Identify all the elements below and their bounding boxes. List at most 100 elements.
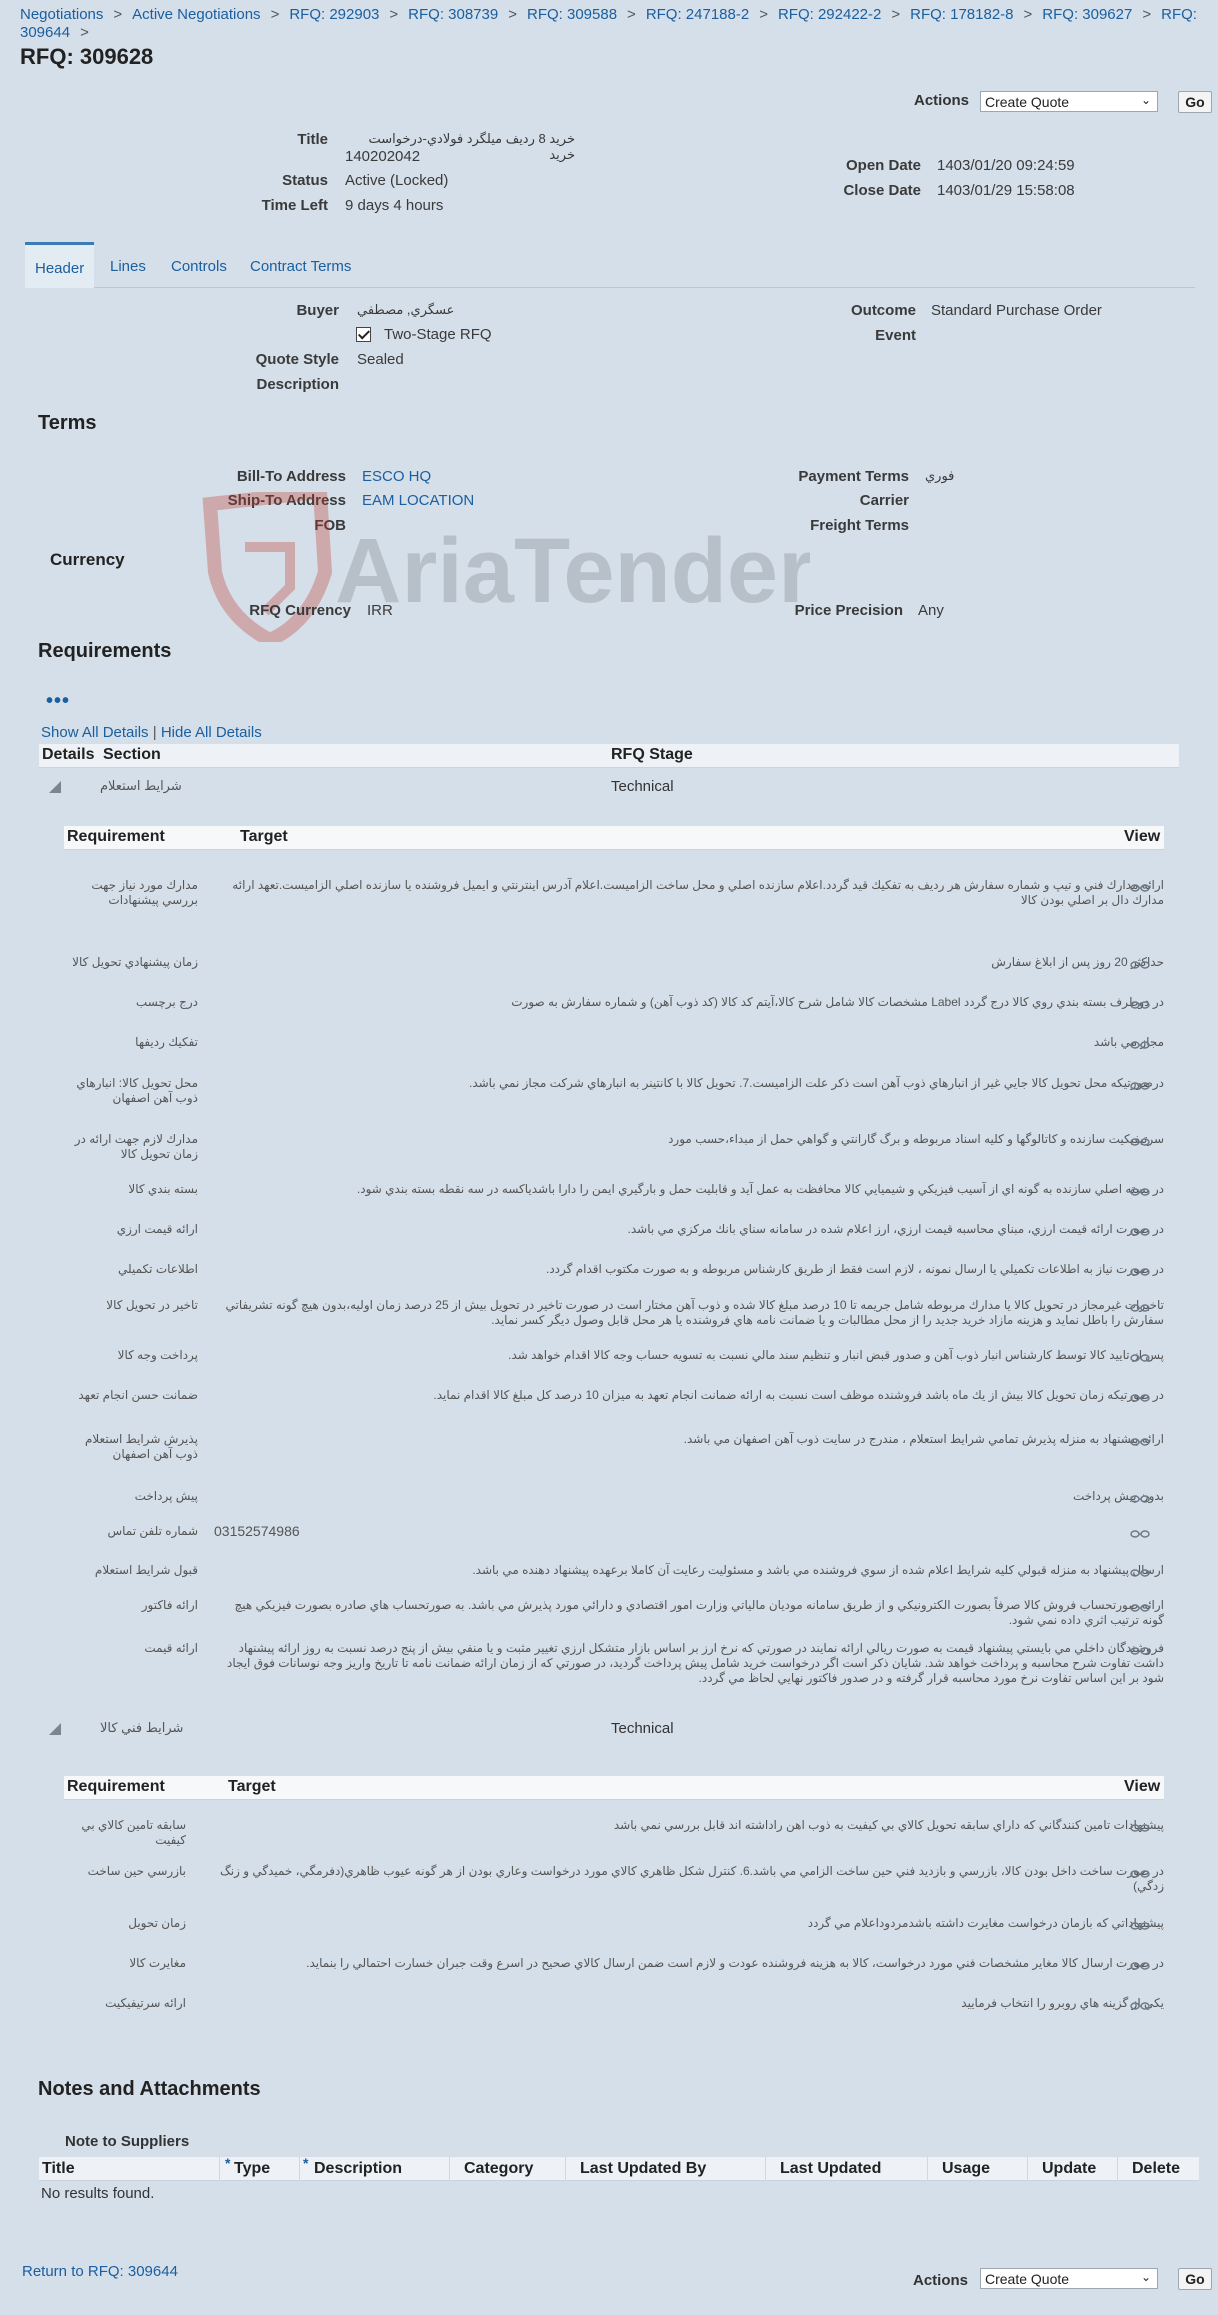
view-icon[interactable] <box>1130 957 1150 969</box>
view-icon[interactable] <box>1130 1134 1150 1146</box>
two-stage-checkbox[interactable] <box>356 327 371 342</box>
actions-label: Actions <box>914 92 970 109</box>
two-stage-label: Two-Stage RFQ <box>384 326 492 343</box>
collapse-section-icon[interactable] <box>49 1723 61 1735</box>
view-icon[interactable] <box>1130 1918 1150 1930</box>
column-divider <box>1027 2157 1028 2181</box>
bill-to-link[interactable]: ESCO HQ <box>362 468 431 485</box>
requirement-name: ارائه فاكتور <box>141 1598 198 1612</box>
requirement-name: ارائه قيمت ارزي <box>116 1222 198 1236</box>
notes-col-category: Category <box>464 2160 534 2177</box>
go-button[interactable]: Go <box>1178 91 1212 113</box>
actions-select-value-bottom: Create Quote <box>985 2271 1070 2287</box>
show-hide-links: Show All Details | Hide All Details <box>41 724 262 741</box>
view-icon[interactable] <box>1130 1820 1150 1832</box>
time-left-label: Time Left <box>261 197 328 214</box>
breadcrumb-separator: > <box>759 6 768 23</box>
open-date-label: Open Date <box>845 157 921 174</box>
actions-select-bottom[interactable]: Create Quote ⌄ <box>980 2268 1158 2289</box>
breadcrumb-link[interactable]: Negotiations <box>20 6 103 23</box>
tab-contract-terms[interactable]: Contract Terms <box>250 258 351 275</box>
hide-all-details-link[interactable]: Hide All Details <box>161 724 262 741</box>
view-icon[interactable] <box>1130 1526 1150 1538</box>
requirement-name: اطلاعات تكميلي <box>118 1262 198 1276</box>
tab-lines[interactable]: Lines <box>110 258 146 275</box>
currency-heading: Currency <box>50 550 125 569</box>
breadcrumb-link[interactable]: RFQ: 308739 <box>408 6 498 23</box>
breadcrumb-link[interactable]: RFQ: 292422-2 <box>778 6 881 23</box>
breadcrumb-link[interactable]: RFQ: 309588 <box>527 6 617 23</box>
view-icon[interactable] <box>1130 997 1150 1009</box>
view-icon[interactable] <box>1130 1264 1150 1276</box>
requirement-target: ارائه صورتحساب فروش كالا صرفاً بصورت الك… <box>234 1598 1164 1627</box>
requirement-target: در صورتيكه زمان تحويل كالا بيش از يك ماه… <box>433 1388 1164 1402</box>
view-icon[interactable] <box>1130 1600 1150 1612</box>
view-icon[interactable] <box>1130 880 1150 892</box>
requirement-target: يكي از گزينه هاي روبرو را انتخاب فرماييد <box>961 1996 1164 2010</box>
view-icon[interactable] <box>1130 1958 1150 1970</box>
view-icon[interactable] <box>1130 1434 1150 1446</box>
payment-terms-label: Payment Terms <box>798 468 909 485</box>
view-icon[interactable] <box>1130 1643 1150 1655</box>
column-divider <box>765 2157 766 2181</box>
links-divider: | <box>152 724 157 741</box>
notes-col-delete: Delete <box>1132 2160 1181 2177</box>
breadcrumb-link[interactable]: RFQ: 309627 <box>1042 6 1132 23</box>
breadcrumb-separator: > <box>1023 6 1033 23</box>
collapse-section-icon[interactable] <box>49 781 61 793</box>
breadcrumb-link[interactable]: RFQ: 247188-2 <box>646 6 749 23</box>
requirement-name: تاخير در تحويل كالا <box>106 1298 198 1312</box>
title-label: Title <box>297 131 328 148</box>
requirement-target: حداكثر 20 روز پس از ابلاغ سفارش <box>991 955 1164 969</box>
actions-select[interactable]: Create Quote ⌄ <box>980 91 1158 112</box>
show-all-details-link[interactable]: Show All Details <box>41 724 149 741</box>
more-options-icon[interactable]: ••• <box>46 690 70 713</box>
requirements-heading: Requirements <box>38 640 172 662</box>
time-left-value: 9 days 4 hours <box>345 197 444 214</box>
requirement-target: ارسال پيشنهاد به منزله قبولي كليه شرايط … <box>472 1563 1164 1577</box>
breadcrumb-separator: > <box>270 6 280 23</box>
return-link[interactable]: Return to RFQ: 309644 <box>22 2263 178 2280</box>
go-button-bottom[interactable]: Go <box>1178 2268 1212 2290</box>
view-icon[interactable] <box>1130 1390 1150 1402</box>
view-icon[interactable] <box>1130 1565 1150 1577</box>
requirement-target: در دوطرف بسته بندي روي كالا درج گردد Lab… <box>511 995 1164 1009</box>
description-label: Description <box>256 376 339 393</box>
tab-controls[interactable]: Controls <box>171 258 227 275</box>
view-icon[interactable] <box>1130 1184 1150 1196</box>
tab-bar: Header Lines Controls Contract Terms <box>25 242 1195 288</box>
requirement-name: سابقه تامين كالاي بي كيفيت <box>81 1818 186 1847</box>
breadcrumb-link[interactable]: Active Negotiations <box>132 6 260 23</box>
requirement-name: شماره تلفن تماس <box>107 1524 199 1538</box>
required-marker: * <box>303 2155 309 2171</box>
view-icon[interactable] <box>1130 1998 1150 2010</box>
requirement-target: 03152574986 <box>214 1523 300 1539</box>
notes-col-title: Title <box>42 2160 75 2177</box>
view-icon[interactable] <box>1130 1491 1150 1503</box>
price-precision-label: Price Precision <box>794 602 903 619</box>
breadcrumb-separator: > <box>80 24 89 41</box>
notes-col-last-updated-by: Last Updated By <box>580 2160 707 2177</box>
view-icon[interactable] <box>1130 1224 1150 1236</box>
col-target: Target <box>240 828 288 845</box>
breadcrumb-separator: > <box>891 6 901 23</box>
requirement-name: بازرسي حين ساخت <box>87 1864 186 1878</box>
price-precision-value: Any <box>918 602 944 619</box>
buyer-label: Buyer <box>296 302 339 319</box>
view-icon[interactable] <box>1130 1078 1150 1090</box>
requirement-name: درج برچسب <box>135 995 198 1009</box>
section-stage: Technical <box>611 778 674 795</box>
col-view: View <box>1124 1778 1161 1795</box>
breadcrumb-link[interactable]: RFQ: 178182-8 <box>910 6 1013 23</box>
requirement-name: ضمانت حسن انجام تعهد <box>78 1388 198 1402</box>
view-icon[interactable] <box>1130 1866 1150 1878</box>
breadcrumb-link[interactable]: RFQ: 292903 <box>289 6 379 23</box>
col-section: Section <box>103 746 161 763</box>
view-icon[interactable] <box>1130 1037 1150 1049</box>
required-marker: * <box>225 2155 231 2171</box>
column-divider <box>565 2157 566 2181</box>
tab-header[interactable]: Header <box>25 242 95 288</box>
view-icon[interactable] <box>1130 1300 1150 1312</box>
col-rfq-stage: RFQ Stage <box>611 746 693 763</box>
view-icon[interactable] <box>1130 1350 1150 1362</box>
